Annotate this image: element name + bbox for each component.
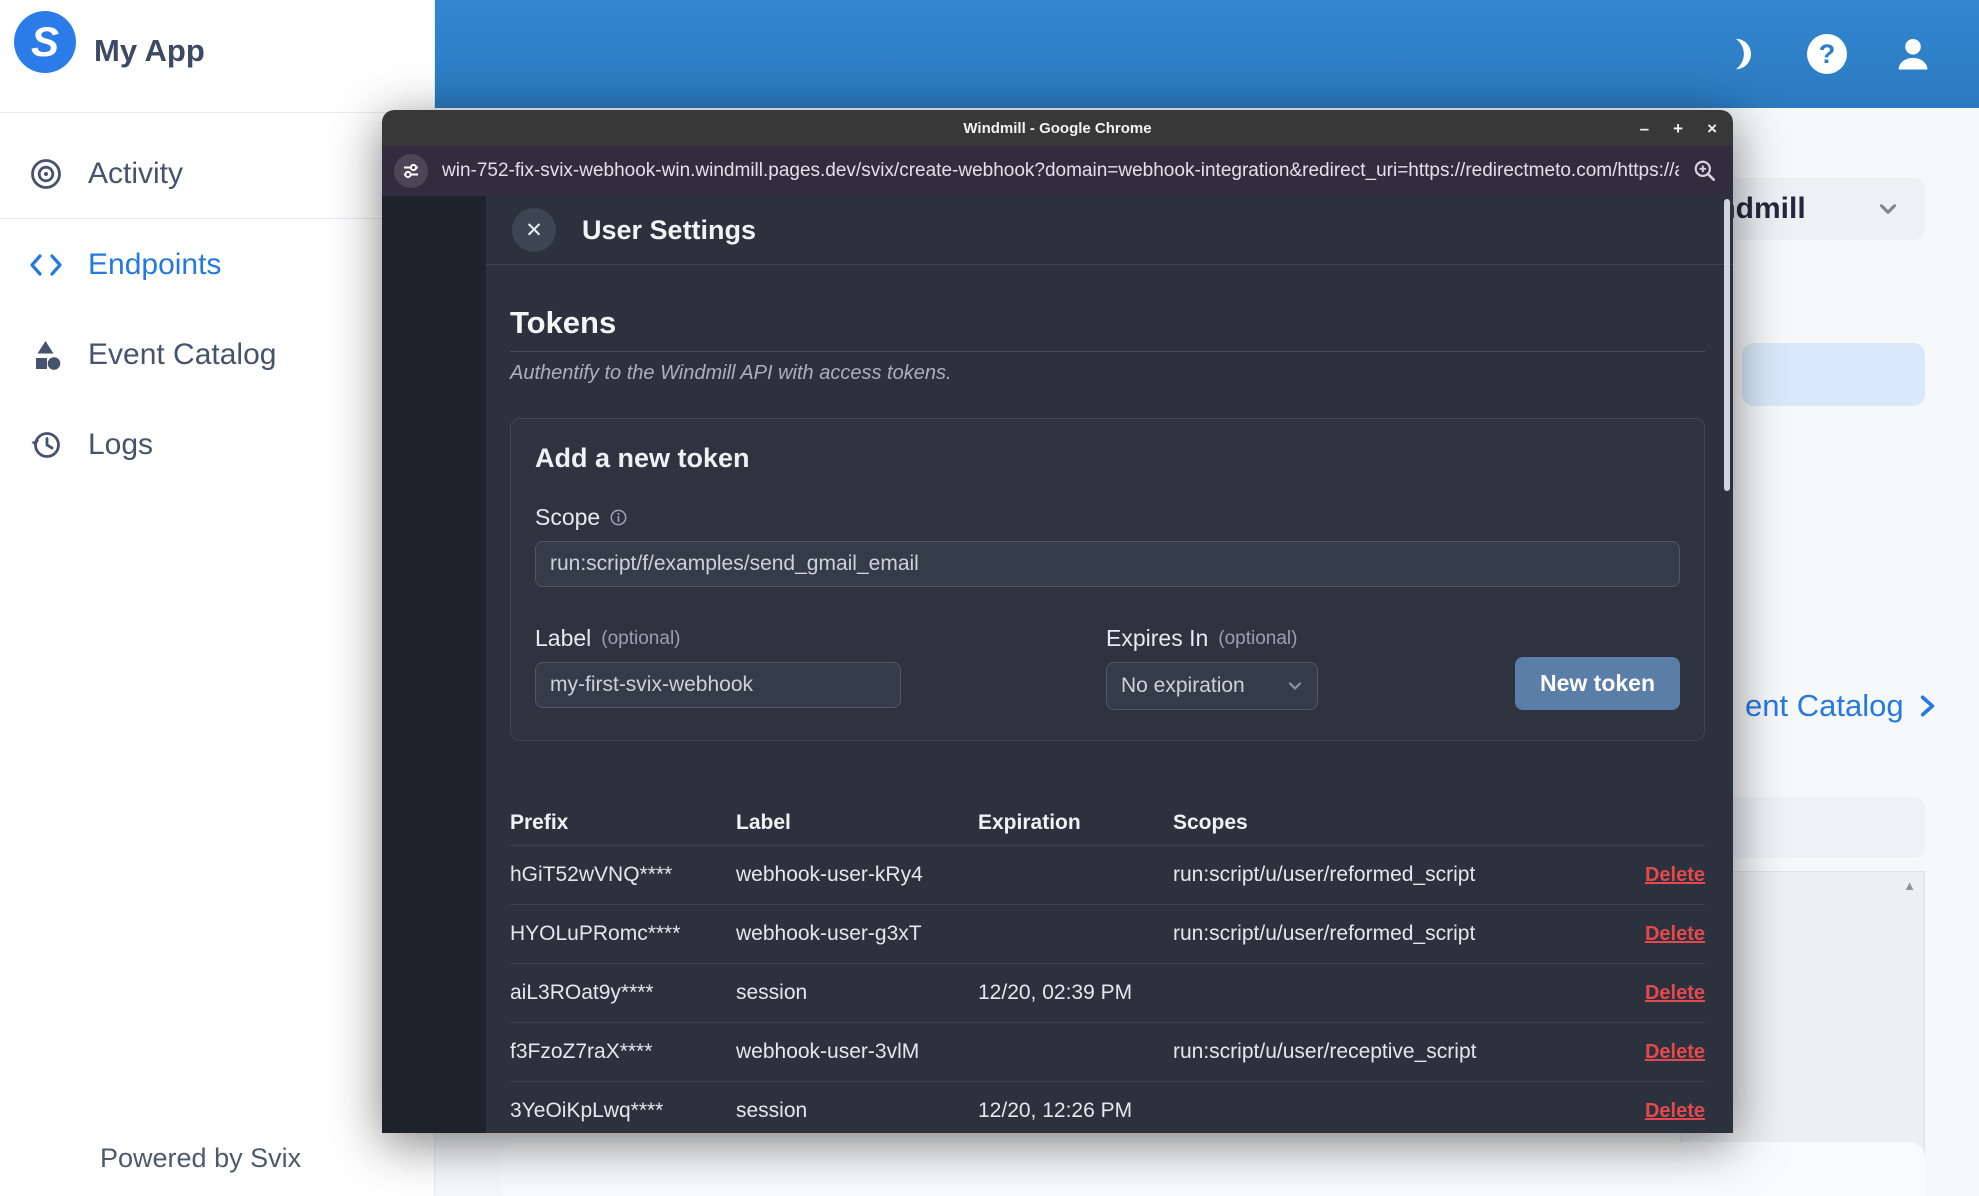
column-header-prefix: Prefix (510, 811, 569, 834)
modal-title: User Settings (582, 214, 757, 245)
cell-expiration: 12/20, 02:39 PM (978, 981, 1133, 1004)
chevron-right-icon (1920, 695, 1934, 717)
cell-prefix: 3YeOiKpLwq**** (510, 1099, 664, 1122)
scrollbar-up-arrow-icon[interactable]: ▲ (1903, 878, 1916, 893)
cell-label: webhook-user-3vlM (736, 1040, 920, 1063)
shapes-icon (28, 337, 64, 373)
help-icon[interactable]: ? (1805, 32, 1849, 76)
scope-label: Scope (535, 504, 1680, 531)
activity-disc-icon (28, 156, 64, 192)
content-card-fragment (501, 1142, 1925, 1196)
chevron-down-icon (1288, 682, 1302, 690)
history-clock-icon (28, 427, 64, 463)
highlighted-row-fragment (1742, 343, 1925, 406)
divider (510, 351, 1705, 352)
cell-prefix: HYOLuPRomc**** (510, 922, 681, 945)
table-row: HYOLuPRomc**** webhook-user-g3xT run:scr… (510, 905, 1705, 963)
top-header-bar: ? (435, 0, 1979, 108)
cell-prefix: f3FzoZ7raX**** (510, 1040, 653, 1063)
tokens-section-subtitle: Authentify to the Windmill API with acce… (510, 362, 952, 384)
close-modal-button[interactable]: ✕ (512, 208, 556, 252)
page-backdrop-strip (382, 196, 486, 1133)
delete-token-button[interactable]: Delete (1645, 982, 1705, 1004)
new-token-button[interactable]: New token (1515, 657, 1680, 710)
site-settings-tune-icon[interactable] (394, 154, 428, 188)
cell-label: session (736, 1099, 808, 1122)
url-input[interactable]: win-752-fix-svix-webhook-win.windmill.pa… (442, 160, 1679, 182)
close-window-button[interactable]: × (1707, 120, 1717, 137)
window-titlebar[interactable]: Windmill - Google Chrome – + × (382, 110, 1733, 146)
sidebar: S My App Activity Endpoints Event Catalo… (0, 0, 435, 1196)
label-label: Label (optional) (535, 625, 901, 652)
label-label-text: Label (535, 625, 592, 651)
modal-scrollbar[interactable] (1724, 199, 1730, 491)
expires-optional-hint: (optional) (1218, 627, 1298, 649)
modal-header: ✕ User Settings (486, 196, 1733, 265)
table-row: f3FzoZ7raX**** webhook-user-3vlM run:scr… (510, 1023, 1705, 1081)
url-bar: win-752-fix-svix-webhook-win.windmill.pa… (382, 146, 1733, 196)
sidebar-item-label: Activity (88, 157, 184, 190)
cell-label: webhook-user-g3xT (736, 922, 922, 945)
sidebar-item-label: Endpoints (88, 248, 222, 281)
window-title: Windmill - Google Chrome (963, 119, 1152, 137)
dark-mode-moon-icon[interactable] (1719, 32, 1763, 76)
expires-in-label-text: Expires In (1106, 625, 1209, 651)
sidebar-item-endpoints[interactable]: Endpoints (0, 234, 435, 296)
powered-by-svix: Powered by Svix (100, 1143, 302, 1173)
token-label-input[interactable] (535, 662, 901, 708)
sidebar-item-label: Logs (88, 428, 154, 461)
event-catalog-link[interactable]: ent Catalog (1745, 688, 1940, 724)
minimize-button[interactable]: – (1640, 120, 1649, 137)
column-header-label: Label (736, 811, 791, 834)
cell-prefix: aiL3ROat9y**** (510, 981, 654, 1004)
delete-token-button[interactable]: Delete (1645, 864, 1705, 886)
add-token-card: Add a new token Scope Label (510, 418, 1705, 741)
scope-label-text: Scope (535, 504, 601, 530)
user-settings-modal: ✕ User Settings Tokens Authentify to the… (486, 196, 1733, 1133)
app-name: My App (94, 33, 205, 68)
sidebar-item-logs[interactable]: Logs (0, 414, 435, 476)
tokens-section-title: Tokens (510, 305, 617, 340)
maximize-button[interactable]: + (1673, 120, 1683, 137)
label-optional-hint: (optional) (601, 627, 681, 649)
sidebar-item-event-catalog[interactable]: Event Catalog (0, 324, 435, 386)
expiration-selected-value: No expiration (1121, 674, 1245, 697)
expiration-select[interactable]: No expiration (1106, 662, 1318, 710)
delete-token-button[interactable]: Delete (1645, 923, 1705, 945)
add-token-title: Add a new token (535, 443, 750, 473)
user-icon[interactable] (1891, 32, 1935, 76)
delete-token-button[interactable]: Delete (1645, 1100, 1705, 1122)
column-header-expiration: Expiration (978, 811, 1081, 834)
cell-expiration: 12/20, 12:26 PM (978, 1099, 1133, 1122)
chevron-down-icon (1879, 204, 1897, 214)
cell-label: webhook-user-kRy4 (736, 863, 923, 886)
cell-label: session (736, 981, 808, 1004)
table-row: hGiT52wVNQ**** webhook-user-kRy4 run:scr… (510, 846, 1705, 904)
column-header-scopes: Scopes (1173, 811, 1248, 834)
table-row: 3YeOiKpLwq**** session 12/20, 12:26 PM D… (510, 1082, 1705, 1133)
divider (0, 218, 435, 219)
scope-input[interactable] (535, 541, 1680, 587)
table-row: aiL3ROat9y**** session 12/20, 02:39 PM D… (510, 964, 1705, 1022)
event-catalog-link-label: ent Catalog (1745, 688, 1904, 723)
environment-dropdown[interactable]: indmill (1707, 178, 1925, 240)
info-icon[interactable] (610, 509, 627, 526)
code-brackets-icon (28, 247, 64, 283)
sidebar-item-activity[interactable]: Activity (0, 143, 435, 205)
delete-token-button[interactable]: Delete (1645, 1041, 1705, 1063)
divider (0, 112, 435, 113)
table-header-row: Prefix Label Expiration Scopes (510, 801, 1705, 845)
close-icon: ✕ (525, 218, 543, 242)
cell-scopes: run:script/u/user/reformed_script (1173, 922, 1476, 945)
sidebar-item-label: Event Catalog (88, 338, 277, 371)
cell-prefix: hGiT52wVNQ**** (510, 863, 673, 886)
zoom-in-icon[interactable] (1693, 159, 1717, 183)
svix-logo-icon: S (14, 11, 76, 73)
cell-scopes: run:script/u/user/receptive_script (1173, 1040, 1477, 1063)
help-glyph: ? (1818, 38, 1836, 69)
tokens-table: Prefix Label Expiration Scopes hGiT52wVN… (510, 801, 1705, 1133)
expires-in-label: Expires In (optional) (1106, 625, 1318, 652)
chrome-window: Windmill - Google Chrome – + × win-752-f… (382, 110, 1733, 1133)
cell-scopes: run:script/u/user/reformed_script (1173, 863, 1476, 886)
